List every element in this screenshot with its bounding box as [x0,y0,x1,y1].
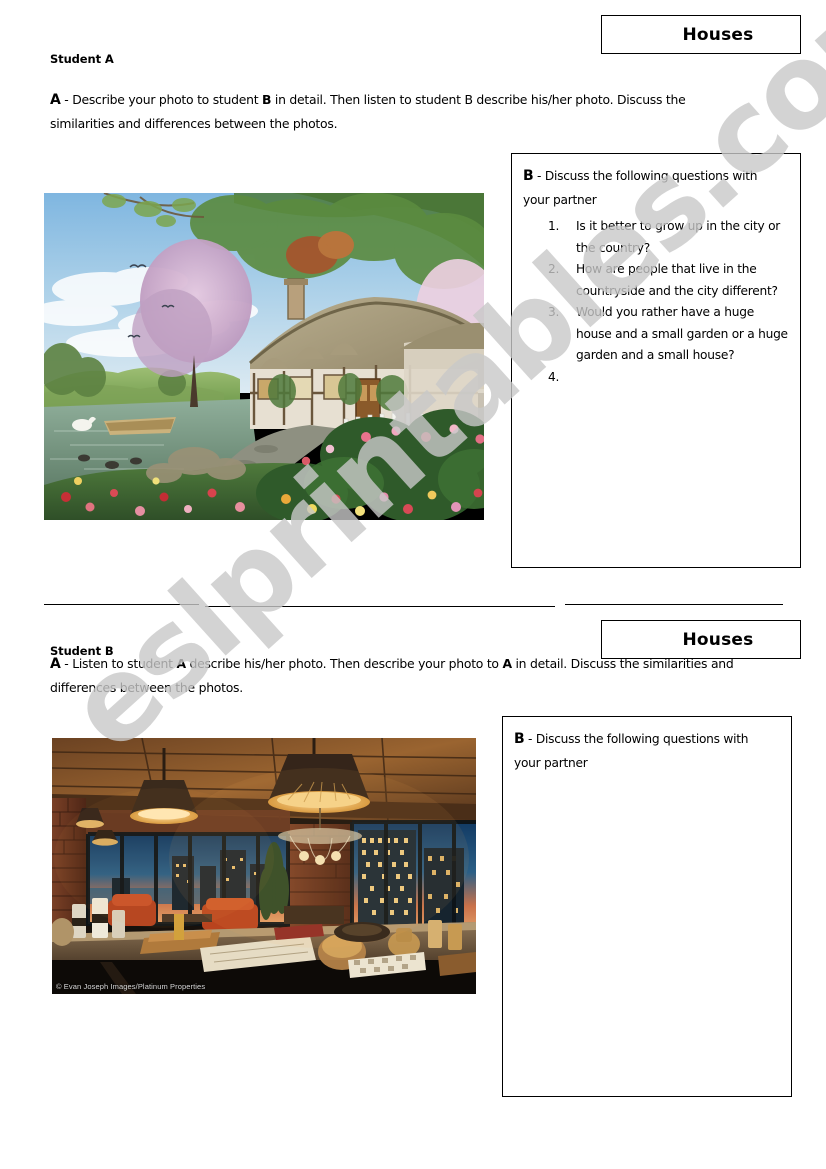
student-a-heading: Student A [50,52,114,66]
section-divider-left [44,604,199,605]
photo-countryside-cottage-art [44,193,484,520]
photo-caption-loft: © Evan Joseph Images/Platinum Properties [56,982,206,991]
discussion-question-list-a: 1. Is it better to grow up in the city o… [548,216,792,384]
discussion-intro-text-b: - Discuss the following questions with y… [514,732,749,770]
task-text-a-1: - Describe your photo to student [60,92,262,107]
photo-urban-loft: © Evan Joseph Images/Platinum Properties [52,738,476,994]
list-item: 2. How are people that live in the count… [548,259,792,302]
task-instruction-a: A - Describe your photo to student B in … [50,88,750,136]
discussion-letter-b: B [514,731,525,747]
task-text-b-3: describe his/her photo. Then describe yo… [185,656,503,671]
list-item: 1. Is it better to grow up in the city o… [548,216,792,259]
question-number: 1. [548,219,560,233]
discussion-intro-text-a: - Discuss the following questions with y… [523,169,758,207]
task-bold-b-2: A [176,656,186,671]
photo-countryside-cottage [44,193,484,520]
question-number: 4. [548,369,560,384]
discussion-box-a: B - Discuss the following questions with… [511,153,801,568]
question-text: Would you rather have a huge house and a… [576,305,788,362]
discussion-box-b: B - Discuss the following questions with… [502,716,792,1097]
task-letter-b: A [50,656,61,672]
discussion-letter-a: B [523,168,534,184]
list-item: 3. Would you rather have a huge house an… [548,302,792,367]
discussion-intro-a: B - Discuss the following questions with… [523,164,785,212]
question-number: 2. [548,262,560,276]
question-number: 3. [548,305,560,319]
topic-title-box-top: Houses [601,15,801,54]
task-text-b-1: - Listen to student [60,656,177,671]
question-text: Is it better to grow up in the city or t… [576,219,781,255]
section-divider-middle [205,606,555,607]
task-bold-b-4: A [502,656,512,671]
worksheet-page: Houses Student A A - Describe your photo… [0,0,826,1169]
task-letter-a: A [50,92,61,108]
question-text: How are people that live in the countrys… [576,262,778,298]
task-bold-a-2: B [262,92,272,107]
task-instruction-b: A - Listen to student A describe his/her… [50,652,765,700]
discussion-intro-b: B - Discuss the following questions with… [514,727,776,775]
topic-title-text-top: Houses [682,24,754,45]
section-divider-right [565,604,783,605]
topic-title-text-bottom: Houses [682,629,754,650]
photo-urban-loft-art [52,738,476,994]
